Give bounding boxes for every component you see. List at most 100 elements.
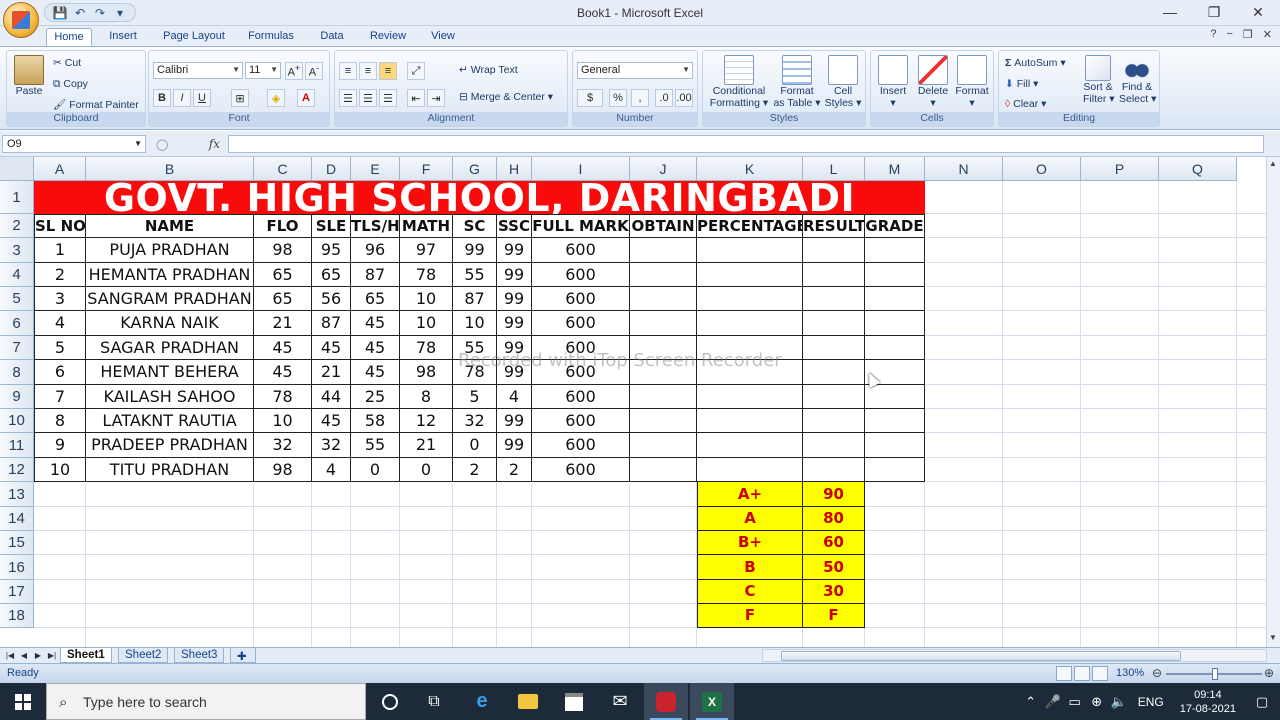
table-data-cell[interactable]: 4 [497, 385, 532, 409]
sheet-tab-sheet1[interactable]: Sheet1 [60, 648, 112, 663]
column-header-q[interactable]: Q [1159, 157, 1237, 181]
file-explorer-taskbar-button[interactable] [506, 683, 550, 720]
column-header-a[interactable]: A [34, 157, 86, 181]
formula-input[interactable] [228, 135, 1264, 153]
table-data-cell[interactable]: PRADEEP PRADHAN [86, 433, 254, 458]
table-data-cell[interactable]: 5 [34, 336, 86, 360]
table-data-cell[interactable] [630, 287, 697, 311]
merge-center-button[interactable]: ⊟ Merge & Center ▾ [459, 91, 553, 103]
excel-taskbar-button[interactable]: X [690, 683, 734, 720]
grade-table-cell[interactable]: F [697, 604, 803, 628]
table-data-cell[interactable]: 97 [400, 238, 453, 263]
table-data-cell[interactable]: 32 [254, 433, 312, 458]
table-data-cell[interactable]: 98 [400, 360, 453, 385]
row-header-9[interactable]: 9 [0, 385, 34, 409]
table-data-cell[interactable]: 32 [453, 409, 497, 433]
table-data-cell[interactable]: 45 [351, 311, 400, 336]
grade-table-cell[interactable]: F [803, 604, 865, 628]
table-data-cell[interactable]: 600 [532, 287, 630, 311]
grade-table-cell[interactable]: B [697, 555, 803, 580]
table-data-cell[interactable]: 45 [351, 360, 400, 385]
table-data-cell[interactable]: 45 [254, 336, 312, 360]
formula-expand-icon[interactable]: ◯ [156, 138, 168, 151]
table-data-cell[interactable]: 5 [453, 385, 497, 409]
table-data-cell[interactable]: 32 [312, 433, 351, 458]
first-sheet-icon[interactable]: |◀ [4, 649, 16, 662]
scroll-down-icon[interactable]: ▼ [1269, 633, 1277, 642]
table-data-cell[interactable]: 95 [312, 238, 351, 263]
tab-view[interactable]: View [422, 28, 464, 46]
table-data-cell[interactable]: 4 [312, 458, 351, 482]
decrease-decimal-button[interactable]: .00 [675, 89, 693, 107]
table-data-cell[interactable]: 99 [497, 409, 532, 433]
table-data-cell[interactable]: 0 [400, 458, 453, 482]
sheet-tab-sheet2[interactable]: Sheet2 [118, 648, 169, 663]
school-title-cell[interactable]: GOVT. HIGH SCHOOL, DARINGBADI [34, 176, 925, 220]
wrap-text-button[interactable]: ↵ Wrap Text [459, 64, 518, 76]
find-select-button[interactable]: Find & Select ▾ [1119, 55, 1156, 105]
table-data-cell[interactable] [630, 385, 697, 409]
grade-table-cell[interactable]: A+ [697, 482, 803, 507]
table-header-cell[interactable]: SSC [497, 214, 532, 238]
table-header-cell[interactable]: RESULT [803, 214, 865, 238]
grade-table-cell[interactable]: A [697, 507, 803, 531]
increase-decimal-button[interactable]: .0 [655, 89, 673, 107]
grade-table-cell[interactable]: 50 [803, 555, 865, 580]
help-icon[interactable]: ? [1210, 28, 1216, 41]
table-data-cell[interactable] [865, 287, 925, 311]
table-data-cell[interactable]: 4 [34, 311, 86, 336]
table-data-cell[interactable]: 99 [497, 287, 532, 311]
microphone-icon[interactable]: 🎤 [1042, 694, 1064, 710]
table-data-cell[interactable]: 3 [34, 287, 86, 311]
table-data-cell[interactable]: PUJA PRADHAN [86, 238, 254, 263]
table-data-cell[interactable]: 98 [254, 238, 312, 263]
row-header-8[interactable]: 8 [0, 360, 34, 385]
table-data-cell[interactable] [865, 433, 925, 458]
table-data-cell[interactable]: 65 [312, 263, 351, 287]
align-bottom-button[interactable]: ≡ [379, 62, 397, 80]
table-data-cell[interactable] [803, 336, 865, 360]
sheet-tab-sheet3[interactable]: Sheet3 [174, 648, 225, 663]
table-data-cell[interactable]: KARNA NAIK [86, 311, 254, 336]
table-data-cell[interactable] [697, 238, 803, 263]
mail-taskbar-button[interactable]: ✉ [598, 683, 642, 720]
table-data-cell[interactable]: 99 [497, 263, 532, 287]
table-data-cell[interactable]: 0 [453, 433, 497, 458]
table-data-cell[interactable] [697, 385, 803, 409]
table-data-cell[interactable]: SAGAR PRADHAN [86, 336, 254, 360]
grow-font-button[interactable]: A+ [285, 62, 303, 80]
edge-taskbar-button[interactable]: e [460, 683, 504, 720]
table-data-cell[interactable] [865, 458, 925, 482]
notifications-icon[interactable]: ▢ [1244, 694, 1280, 710]
table-data-cell[interactable]: 56 [312, 287, 351, 311]
row-header-14[interactable]: 14 [0, 507, 34, 531]
row-header-1[interactable]: 1 [0, 181, 34, 214]
grade-table-cell[interactable]: C [697, 580, 803, 604]
grade-table-cell[interactable]: 90 [803, 482, 865, 507]
row-header-3[interactable]: 3 [0, 238, 34, 263]
fill-color-button[interactable]: ◈ [267, 89, 285, 107]
sort-filter-button[interactable]: Sort & Filter ▾ [1083, 55, 1115, 105]
table-data-cell[interactable]: 10 [34, 458, 86, 482]
volume-icon[interactable]: 🔈 [1108, 694, 1130, 710]
table-data-cell[interactable]: 44 [312, 385, 351, 409]
tab-formulas[interactable]: Formulas [240, 28, 302, 46]
tab-page-layout[interactable]: Page Layout [156, 28, 232, 46]
table-data-cell[interactable] [865, 263, 925, 287]
table-data-cell[interactable] [630, 458, 697, 482]
insert-sheet-icon[interactable]: ✚ [230, 648, 256, 663]
store-taskbar-button[interactable] [552, 683, 596, 720]
table-data-cell[interactable] [803, 263, 865, 287]
ribbon-restore-icon[interactable]: ❐ [1243, 28, 1253, 41]
table-data-cell[interactable]: 65 [351, 287, 400, 311]
maximize-button[interactable]: ❐ [1192, 0, 1236, 24]
vertical-scrollbar[interactable]: ▲ ▼ [1266, 157, 1280, 647]
recorder-taskbar-button[interactable] [644, 683, 688, 720]
table-data-cell[interactable]: 0 [351, 458, 400, 482]
row-header-2[interactable]: 2 [0, 214, 34, 238]
row-header-5[interactable]: 5 [0, 287, 34, 311]
table-data-cell[interactable] [865, 336, 925, 360]
table-data-cell[interactable]: 7 [34, 385, 86, 409]
table-data-cell[interactable]: 45 [351, 336, 400, 360]
table-data-cell[interactable]: 99 [497, 311, 532, 336]
